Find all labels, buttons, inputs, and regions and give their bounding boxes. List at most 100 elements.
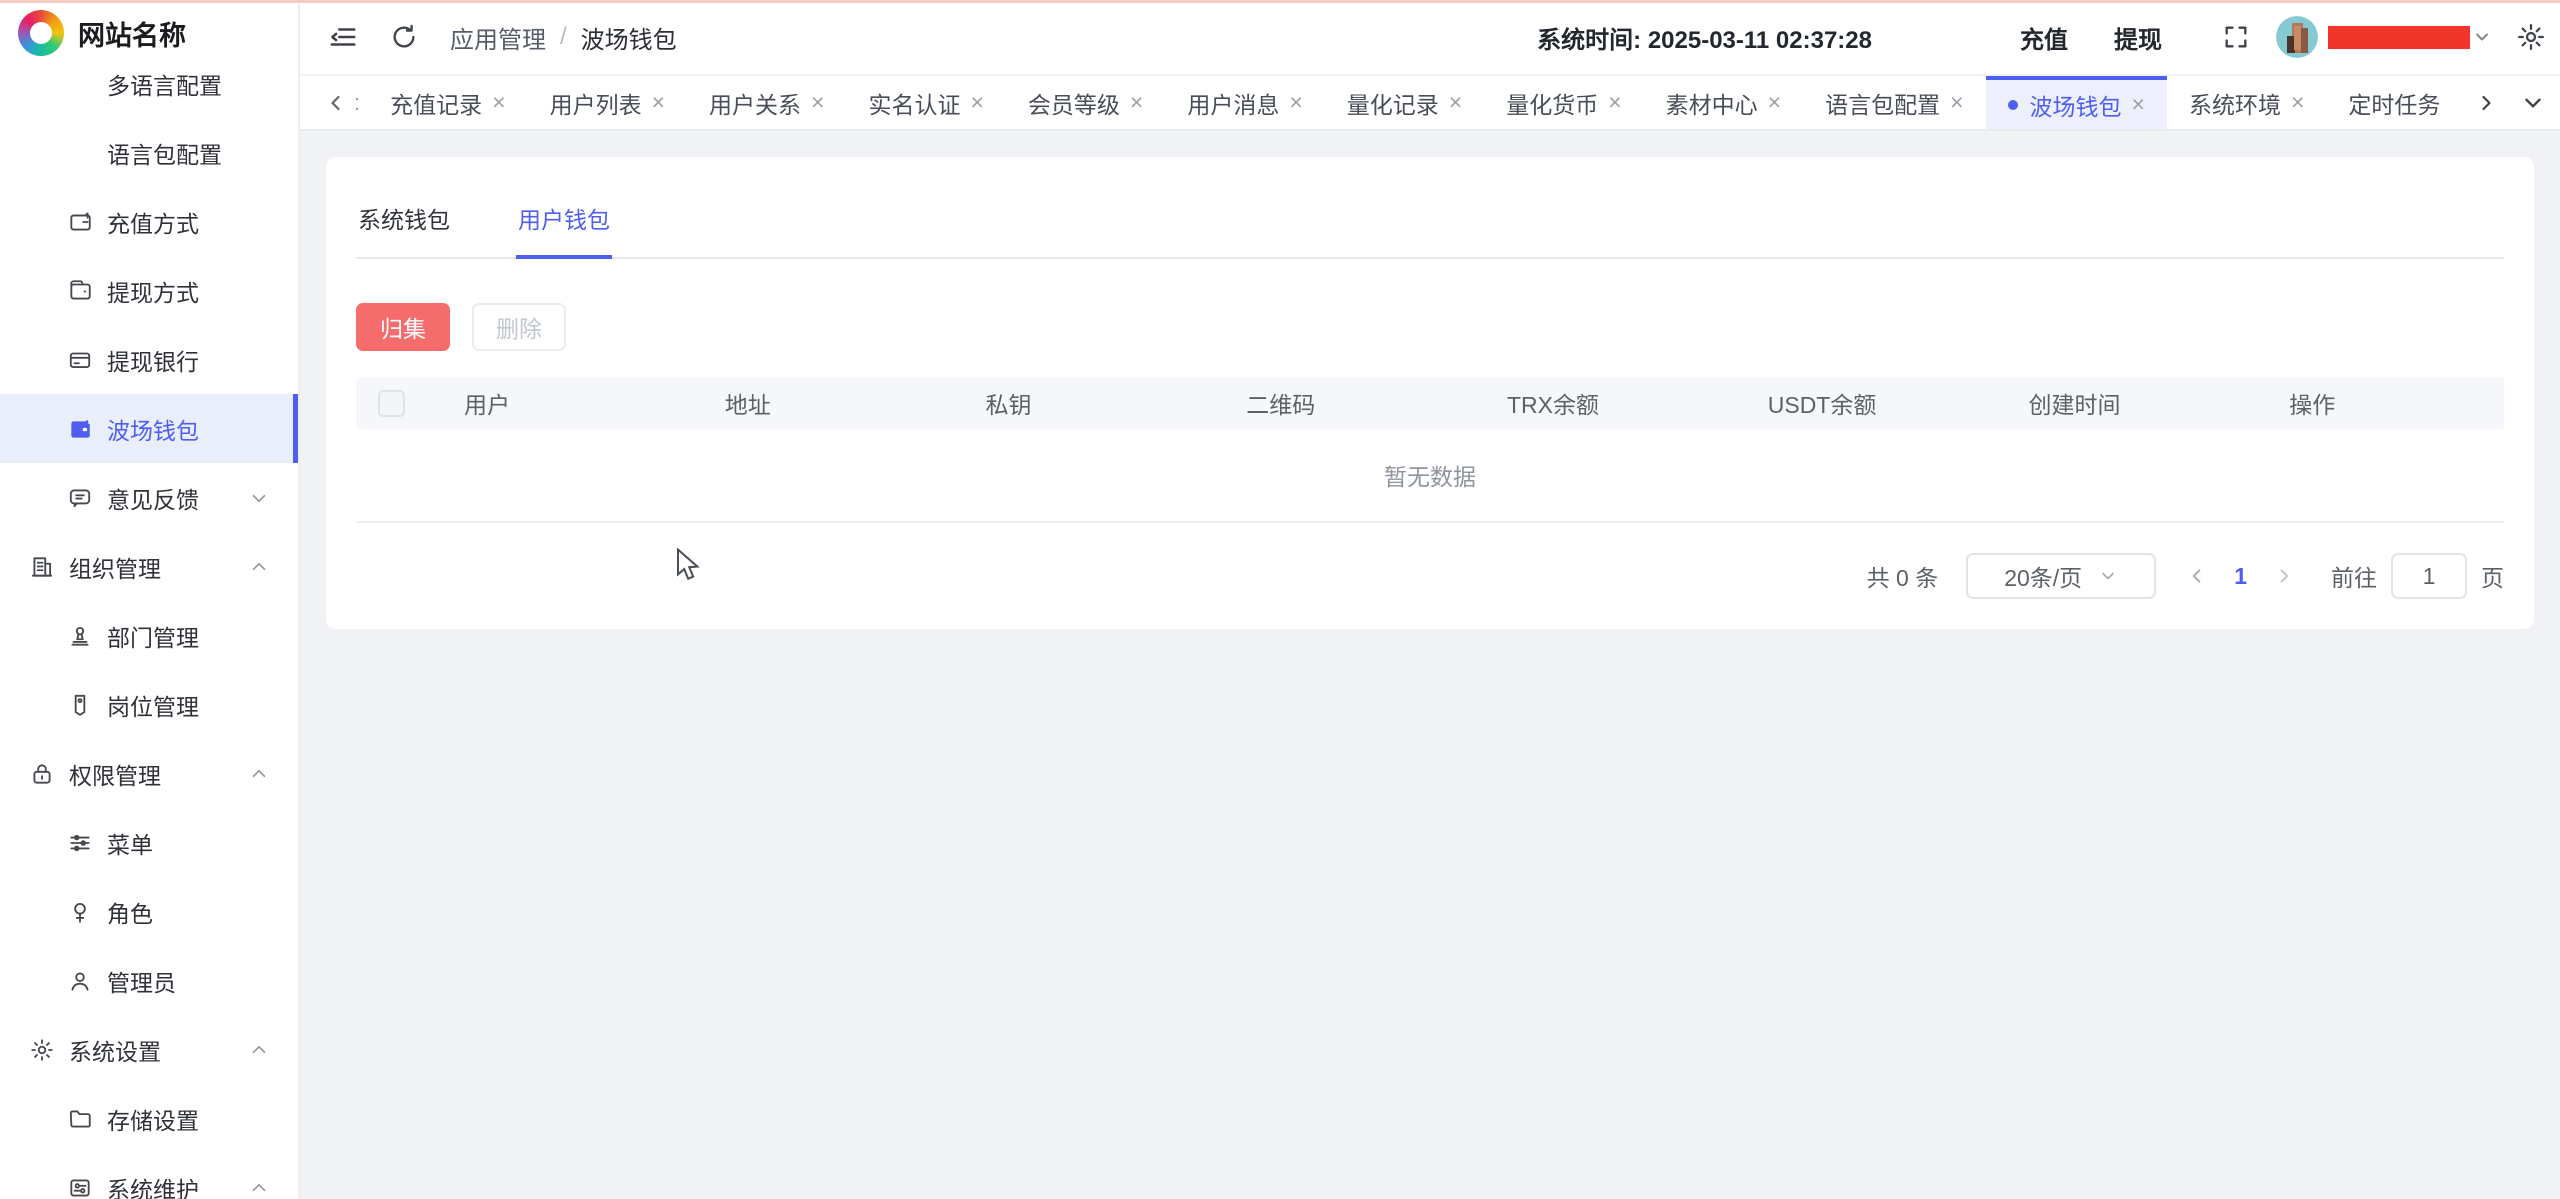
sidebar-item-feedback[interactable]: 意见反馈 [0, 463, 298, 532]
close-icon[interactable]: × [2291, 91, 2304, 114]
close-icon[interactable]: × [652, 91, 665, 114]
username-redaction [2328, 26, 2470, 49]
column-header: 二维码 [1200, 386, 1461, 420]
site-name: 网站名称 [78, 14, 186, 53]
chevron-down-icon [2098, 566, 2118, 586]
column-header: USDT余额 [1722, 386, 1983, 420]
sidebar-item-permission-management[interactable]: 权限管理 [0, 739, 298, 808]
tab-quant-records[interactable]: 量化记录× [1325, 76, 1484, 129]
page-size-select[interactable]: 20条/页 [1966, 553, 2156, 599]
close-icon[interactable]: × [1608, 91, 1621, 114]
tab-user-list[interactable]: 用户列表 × [528, 76, 687, 129]
column-header: 用户 [418, 386, 679, 420]
close-icon[interactable]: × [492, 91, 505, 114]
close-icon[interactable]: × [970, 91, 983, 114]
breadcrumb-separator: / [560, 23, 567, 51]
chevron-right-icon[interactable] [2474, 91, 2498, 115]
tab-material-center[interactable]: 素材中心× [1644, 76, 1803, 129]
gear-icon [28, 1036, 56, 1064]
select-all-checkbox[interactable] [378, 390, 405, 417]
sidebar-item-storage-settings[interactable]: 存储设置 [0, 1084, 298, 1153]
sidebar-item-menu[interactable]: 菜单 [0, 808, 298, 877]
icon-spacer [66, 70, 94, 98]
tab-langpack-config[interactable]: 语言包配置× [1803, 76, 1985, 129]
sidebar-item-org-management[interactable]: 组织管理 [0, 532, 298, 601]
prev-page-chevron-left-icon[interactable] [2186, 565, 2208, 587]
goto-page-input[interactable] [2391, 553, 2467, 599]
sidebar-item-administrator[interactable]: 管理员 [0, 946, 298, 1015]
sidebar-item-label: 权限管理 [69, 757, 161, 791]
caret-down-icon[interactable] [2472, 27, 2492, 47]
folder-icon [66, 1105, 94, 1133]
chevron-left-icon[interactable] [324, 91, 348, 115]
fullscreen-icon[interactable] [2222, 23, 2250, 51]
tab-recharge-records[interactable]: 充值记录 × [368, 76, 527, 129]
next-page-chevron-right-icon[interactable] [2273, 565, 2295, 587]
tab-label: 波场钱包 [2030, 88, 2122, 122]
sidebar-item-label: 提现银行 [107, 343, 199, 377]
sidebar-item-langpack-config[interactable]: 语言包配置 [0, 118, 298, 187]
sidebar-item-multilang-config[interactable]: 多语言配置 [0, 49, 298, 118]
close-icon[interactable]: × [1130, 91, 1143, 114]
system-time-value: 2025-03-11 02:37:28 [1648, 27, 1872, 54]
column-header: 地址 [679, 386, 940, 420]
column-header: TRX余额 [1461, 386, 1722, 420]
tab-scheduled-tasks[interactable]: 定时任务× [2326, 76, 2446, 129]
breadcrumb-current: 波场钱包 [581, 20, 677, 55]
wallet-recharge-icon [66, 208, 94, 236]
sidebar-item-recharge-method[interactable]: 充值方式 [0, 187, 298, 256]
stamp-icon [66, 622, 94, 650]
breadcrumb-parent[interactable]: 应用管理 [450, 20, 546, 55]
tab-user-relations[interactable]: 用户关系× [687, 76, 846, 129]
chevron-up-icon [248, 1039, 270, 1061]
maintenance-icon [66, 1174, 94, 1199]
tab-label: 系统环境 [2189, 86, 2281, 120]
chevron-up-icon [248, 1177, 270, 1199]
tab-label: 实名认证 [868, 86, 960, 120]
sliders-icon [66, 829, 94, 857]
tab-member-level[interactable]: 会员等级× [1006, 76, 1165, 129]
page-size-value: 20条/页 [2004, 559, 2082, 593]
chevron-down-icon[interactable] [2520, 90, 2546, 116]
sidebar-item-label: 部门管理 [107, 619, 199, 653]
sidebar-item-withdraw-method[interactable]: 提现方式 [0, 256, 298, 325]
tab-realname-auth[interactable]: 实名认证 × [846, 76, 1005, 129]
close-icon[interactable]: × [1449, 91, 1462, 114]
tab-tron-wallet[interactable]: 波场钱包 × [1986, 76, 2167, 129]
tab-label: 充值记录 [390, 86, 482, 120]
delete-button[interactable]: 删除 [472, 303, 566, 351]
wallet-tab-user-wallet[interactable]: 用户钱包 [516, 189, 612, 259]
close-icon[interactable]: × [1768, 91, 1781, 114]
close-icon[interactable]: × [2132, 93, 2145, 116]
avatar[interactable] [2276, 16, 2318, 58]
top-progress-line [0, 0, 2560, 3]
wallet-tab-system-wallet[interactable]: 系统钱包 [356, 189, 452, 259]
fold-icon[interactable] [328, 22, 358, 52]
close-icon[interactable]: × [1950, 91, 1963, 114]
tab-user-messages[interactable]: 用户消息× [1165, 76, 1324, 129]
sidebar-item-system-maintenance[interactable]: 系统维护 [0, 1153, 298, 1199]
sidebar-item-label: 提现方式 [107, 274, 199, 308]
female-icon [66, 898, 94, 926]
sidebar-item-role[interactable]: 角色 [0, 877, 298, 946]
comment-icon [66, 484, 94, 512]
wallet-tabs: 系统钱包用户钱包 [356, 157, 2504, 259]
collect-button[interactable]: 归集 [356, 303, 450, 351]
sidebar: 网站名称 多语言配置语言包配置充值方式提现方式提现银行波场钱包意见反馈组织管理部… [0, 0, 300, 1199]
refresh-icon[interactable] [390, 23, 418, 51]
sidebar-item-system-settings[interactable]: 系统设置 [0, 1015, 298, 1084]
tab-system-env[interactable]: 系统环境 × [2167, 76, 2326, 129]
close-icon[interactable]: × [1289, 91, 1302, 114]
withdraw-link[interactable]: 提现 [2114, 20, 2162, 55]
system-time: 系统时间: 2025-03-11 02:37:28 [1537, 20, 1872, 55]
sidebar-item-tron-wallet[interactable]: 波场钱包 [0, 394, 298, 463]
tab-quant-currency[interactable]: 量化货币× [1484, 76, 1643, 129]
sidebar-item-position-management[interactable]: 岗位管理 [0, 670, 298, 739]
tab-label: 用户列表 [550, 86, 642, 120]
recharge-link[interactable]: 充值 [2020, 20, 2068, 55]
close-icon[interactable]: × [811, 91, 824, 114]
gear-icon[interactable] [2516, 22, 2546, 52]
sidebar-item-withdraw-bank[interactable]: 提现银行 [0, 325, 298, 394]
sidebar-item-department-management[interactable]: 部门管理 [0, 601, 298, 670]
current-page[interactable]: 1 [2234, 563, 2247, 590]
